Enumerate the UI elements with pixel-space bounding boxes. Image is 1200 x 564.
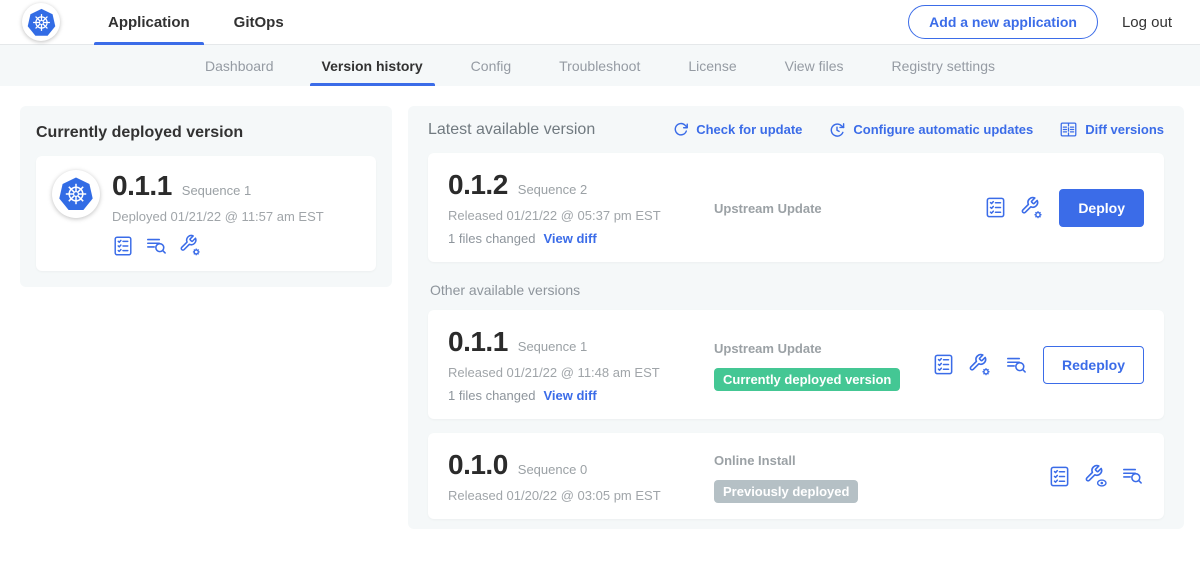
deployed-timestamp: Deployed 01/21/22 @ 11:57 am EST [112, 209, 324, 224]
released-timestamp: Released 01/20/22 @ 03:05 pm EST [448, 488, 704, 503]
view-diff-link[interactable]: View diff [543, 388, 596, 403]
latest-available-title: Latest available version [428, 121, 595, 139]
version-card-0-1-1: 0.1.1 Sequence 1 Released 01/21/22 @ 11:… [428, 310, 1164, 419]
deployed-version-card: 0.1.1 Sequence 1 Deployed 01/21/22 @ 11:… [36, 156, 376, 271]
version-source: Upstream Update Currently deployed versi… [704, 338, 932, 391]
schedule-update-icon [828, 121, 846, 139]
deploy-button[interactable]: Deploy [1059, 189, 1144, 227]
version-number: 0.1.0 [448, 449, 508, 481]
version-card-0-1-0: 0.1.0 Sequence 0 Released 01/20/22 @ 03:… [428, 433, 1164, 519]
deploy-logs-icon[interactable] [145, 235, 168, 257]
diff-icon [1059, 120, 1078, 139]
released-timestamp: Released 01/21/22 @ 05:37 pm EST [448, 208, 704, 223]
kubernetes-logo-icon [25, 6, 58, 39]
currently-deployed-badge: Currently deployed version [714, 368, 900, 391]
currently-deployed-panel: Currently deployed version 0.1.1 Sequenc… [20, 106, 392, 287]
tab-view-files[interactable]: View files [761, 45, 868, 86]
kubernetes-logo-icon [56, 175, 96, 213]
logout-button[interactable]: Log out [1122, 14, 1172, 31]
available-panel-header: Latest available version Check for updat… [428, 120, 1164, 139]
deployed-panel-title: Currently deployed version [36, 124, 376, 142]
configure-automatic-updates-link[interactable]: Configure automatic updates [828, 121, 1033, 139]
version-source: Upstream Update [704, 198, 984, 218]
preflight-checklist-icon[interactable] [932, 353, 955, 376]
refresh-icon [672, 121, 689, 138]
tab-config[interactable]: Config [447, 45, 535, 86]
source-label: Upstream Update [714, 341, 822, 356]
top-navbar: Application GitOps Add a new application… [0, 0, 1200, 45]
add-new-application-button[interactable]: Add a new application [908, 5, 1098, 39]
released-timestamp: Released 01/21/22 @ 11:48 am EST [448, 365, 704, 380]
redeploy-button[interactable]: Redeploy [1043, 346, 1144, 384]
version-actions: Redeploy [932, 346, 1144, 384]
files-changed-label: 1 files changed [448, 388, 535, 403]
deploy-logs-icon[interactable] [1005, 354, 1028, 376]
sequence-label: Sequence 1 [518, 339, 587, 354]
sequence-label: Sequence 0 [518, 462, 587, 477]
sequence-label: Sequence 2 [518, 182, 587, 197]
preflight-checklist-icon[interactable] [984, 196, 1007, 219]
tab-label: Registry settings [892, 58, 995, 74]
preflight-checklist-icon[interactable] [112, 235, 134, 257]
version-number: 0.1.2 [448, 169, 508, 201]
topnav-tab-label: GitOps [234, 14, 284, 31]
topnav-tab-application[interactable]: Application [86, 0, 212, 45]
view-diff-link[interactable]: View diff [543, 231, 596, 246]
other-available-versions-title: Other available versions [430, 282, 1164, 298]
version-number: 0.1.1 [448, 326, 508, 358]
tab-label: License [688, 58, 736, 74]
version-info: 0.1.2 Sequence 2 Released 01/21/22 @ 05:… [448, 169, 704, 246]
source-label: Upstream Update [714, 201, 822, 216]
tab-dashboard[interactable]: Dashboard [181, 45, 298, 86]
deployed-version-info: 0.1.1 Sequence 1 Deployed 01/21/22 @ 11:… [112, 170, 324, 257]
version-source: Online Install Previously deployed [704, 450, 1048, 503]
edit-config-icon[interactable] [968, 353, 992, 377]
files-changed-label: 1 files changed [448, 231, 535, 246]
previously-deployed-badge: Previously deployed [714, 480, 858, 503]
tab-troubleshoot[interactable]: Troubleshoot [535, 45, 664, 86]
preflight-checklist-icon[interactable] [1048, 465, 1071, 488]
view-config-icon[interactable] [1084, 464, 1108, 488]
deployed-version-number: 0.1.1 [112, 170, 172, 202]
tab-label: Troubleshoot [559, 58, 640, 74]
version-actions [1048, 464, 1144, 488]
tab-underline [310, 83, 435, 86]
version-actions: Deploy [984, 189, 1144, 227]
available-versions-panel: Latest available version Check for updat… [408, 106, 1184, 529]
edit-config-icon[interactable] [1020, 196, 1044, 220]
edit-config-icon[interactable] [179, 234, 202, 257]
tab-label: Config [471, 58, 511, 74]
tab-label: Dashboard [205, 58, 274, 74]
card-gap [428, 419, 1164, 433]
panel-action-links: Check for update Configure automatic upd… [672, 120, 1164, 139]
app-subnav: Dashboard Version history Config Trouble… [0, 45, 1200, 86]
version-info: 0.1.0 Sequence 0 Released 01/20/22 @ 03:… [448, 449, 704, 503]
link-label: Configure automatic updates [853, 122, 1033, 137]
deploy-logs-icon[interactable] [1121, 465, 1144, 487]
app-icon-avatar [52, 170, 100, 218]
version-card-0-1-2: 0.1.2 Sequence 2 Released 01/21/22 @ 05:… [428, 153, 1164, 262]
tab-version-history[interactable]: Version history [298, 45, 447, 86]
diff-versions-link[interactable]: Diff versions [1059, 120, 1164, 139]
tab-label: Version history [322, 58, 423, 74]
tab-label: View files [785, 58, 844, 74]
topnav-tab-label: Application [108, 14, 190, 31]
main-content: Currently deployed version 0.1.1 Sequenc… [0, 86, 1200, 529]
source-label: Online Install [714, 453, 796, 468]
check-for-update-link[interactable]: Check for update [672, 121, 802, 138]
tab-registry-settings[interactable]: Registry settings [868, 45, 1019, 86]
version-info: 0.1.1 Sequence 1 Released 01/21/22 @ 11:… [448, 326, 704, 403]
link-label: Diff versions [1085, 122, 1164, 137]
deployed-sequence-label: Sequence 1 [182, 183, 251, 198]
link-label: Check for update [696, 122, 802, 137]
tab-license[interactable]: License [664, 45, 760, 86]
app-logo [22, 3, 60, 41]
topnav-tab-gitops[interactable]: GitOps [212, 0, 306, 45]
